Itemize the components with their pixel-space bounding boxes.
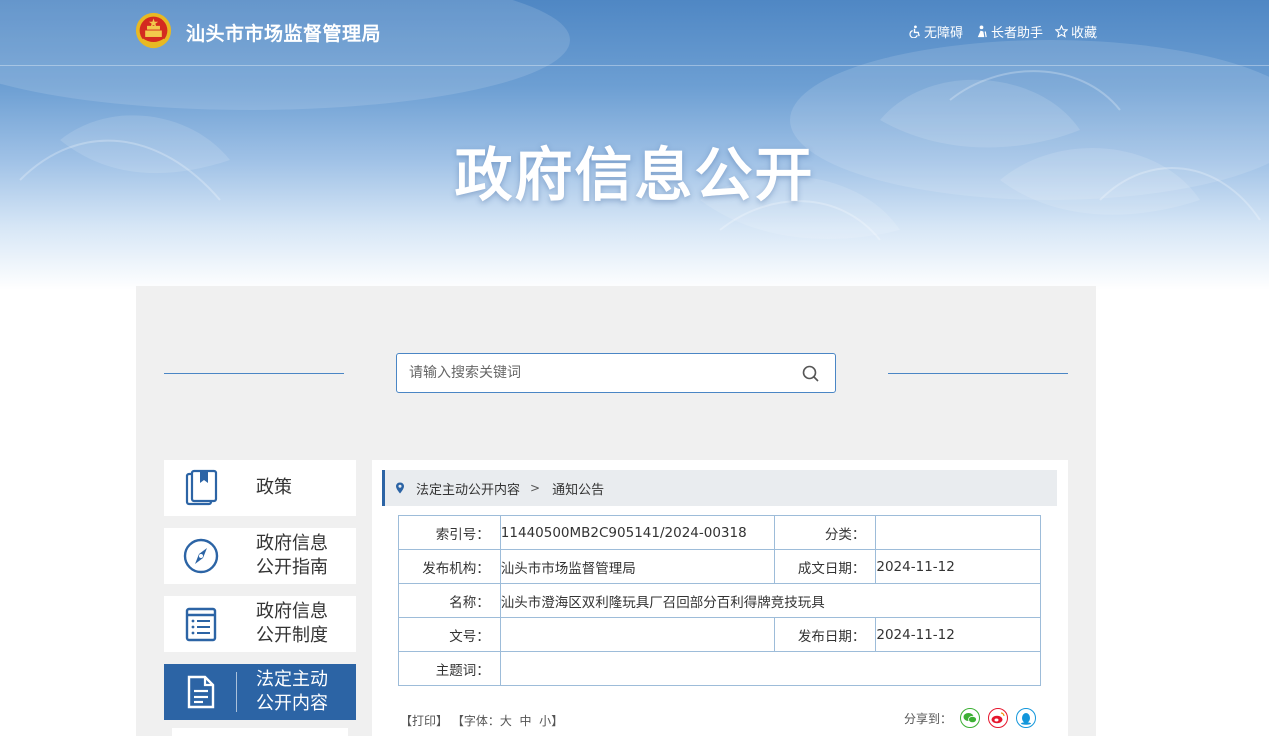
elder-assistant-link[interactable]: 长者助手 xyxy=(975,22,1043,41)
document-icon xyxy=(187,675,215,709)
publisher-label: 发布机构： xyxy=(398,549,501,584)
qq-icon xyxy=(1021,712,1032,725)
main-area: 政策 政府信息 公开指南 政府信息 公开制度 法定主动 公开内容 xyxy=(136,286,1096,738)
page-tools: 【打印】 【字体：大 中 小】 xyxy=(400,712,563,729)
site-name[interactable]: 汕头市市场监督管理局 xyxy=(186,19,381,46)
book-icon xyxy=(185,469,218,506)
table-row: 名称： 汕头市澄海区双利隆玩具厂召回部分百利得牌竞技玩具 xyxy=(398,583,1042,618)
top-links: 无障碍 长者助手 收藏 xyxy=(908,22,1097,41)
sidebar-separator xyxy=(236,672,237,712)
top-bar: 汕头市市场监督管理局 无障碍 长者助手 收藏 xyxy=(0,0,1269,66)
created-date-label: 成文日期： xyxy=(773,549,877,584)
search-divider-right xyxy=(888,373,1068,374)
doc-number-label: 文号： xyxy=(398,617,501,652)
wechat-icon xyxy=(963,713,977,724)
search-input[interactable] xyxy=(397,354,777,392)
chevron-right-icon: > xyxy=(530,481,541,495)
elder-icon xyxy=(977,25,987,38)
weibo-share-button[interactable] xyxy=(988,708,1009,728)
table-row: 索引号： 11440500MB2C905141/2024-00318 分类： xyxy=(398,515,1041,550)
banner: 汕头市市场监督管理局 无障碍 长者助手 收藏 政府信息公开 xyxy=(0,0,1269,290)
published-date-label: 发布日期： xyxy=(773,617,877,652)
font-size-suffix: 】 xyxy=(551,714,564,728)
accessibility-link[interactable]: 无障碍 xyxy=(908,22,963,41)
published-date-value: 2024-11-12 xyxy=(875,617,1041,652)
index-label: 索引号： xyxy=(398,515,501,550)
sidebar-item-label: 法定主动 公开内容 xyxy=(256,669,328,714)
wheelchair-icon xyxy=(909,25,920,38)
sidebar-item-statutory[interactable]: 法定主动 公开内容 xyxy=(164,664,356,720)
table-row: 主题词： xyxy=(398,651,1042,686)
print-button[interactable]: 【打印】 xyxy=(400,714,448,728)
wechat-share-button[interactable] xyxy=(960,708,981,728)
font-small-button[interactable]: 小 xyxy=(539,714,551,728)
sidebar-item-label: 政府信息 公开制度 xyxy=(256,601,328,646)
national-emblem-icon xyxy=(135,12,172,49)
name-value: 汕头市澄海区双利隆玩具厂召回部分百利得牌竞技玩具 xyxy=(499,583,1042,618)
sidebar-item-policy[interactable]: 政策 xyxy=(164,460,356,516)
breadcrumb: 法定主动公开内容 > 通知公告 xyxy=(382,470,1057,506)
sidebar-item-label: 政府信息 公开指南 xyxy=(256,533,328,578)
favorite-link[interactable]: 收藏 xyxy=(1054,22,1097,41)
banner-title: 政府信息公开 xyxy=(454,141,815,209)
star-icon xyxy=(1054,25,1068,38)
font-size-prefix: 【字体： xyxy=(451,714,500,728)
breadcrumb-parent[interactable]: 法定主动公开内容 xyxy=(416,479,520,498)
search-divider-left xyxy=(164,373,344,374)
name-label: 名称： xyxy=(398,583,501,618)
breadcrumb-current[interactable]: 通知公告 xyxy=(552,479,604,498)
favorite-label: 收藏 xyxy=(1070,26,1097,41)
sidebar-submenu xyxy=(172,728,348,738)
font-medium-button[interactable]: 中 xyxy=(520,714,532,728)
search-box xyxy=(396,353,836,393)
share-bar: 分享到： xyxy=(904,708,1037,728)
doc-number-value xyxy=(499,617,775,652)
keywords-label: 主题词： xyxy=(398,651,501,686)
category-label: 分类： xyxy=(773,515,877,550)
table-row: 发布机构： 汕头市市场监督管理局 成文日期： 2024-11-12 xyxy=(398,549,1041,584)
keywords-value xyxy=(499,651,1042,686)
publisher-value: 汕头市市场监督管理局 xyxy=(499,549,775,584)
weibo-icon xyxy=(991,712,1005,724)
qq-share-button[interactable] xyxy=(1016,708,1037,728)
sidebar-item-guide[interactable]: 政府信息 公开指南 xyxy=(164,528,356,584)
list-doc-icon xyxy=(185,607,217,642)
compass-icon xyxy=(183,538,219,574)
table-row: 文号： 发布日期： 2024-11-12 xyxy=(398,617,1041,652)
font-large-button[interactable]: 大 xyxy=(500,714,512,728)
search-icon[interactable] xyxy=(801,364,821,384)
share-label: 分享到： xyxy=(904,711,953,726)
sidebar-item-label: 政策 xyxy=(256,477,292,498)
elder-assistant-label: 长者助手 xyxy=(990,26,1043,41)
category-value xyxy=(875,515,1041,550)
index-value: 11440500MB2C905141/2024-00318 xyxy=(499,515,775,550)
accessibility-label: 无障碍 xyxy=(923,26,963,41)
location-pin-icon xyxy=(396,482,404,494)
sidebar-item-system[interactable]: 政府信息 公开制度 xyxy=(164,596,356,652)
created-date-value: 2024-11-12 xyxy=(875,549,1041,584)
content-panel: 法定主动公开内容 > 通知公告 索引号： 11440500MB2C905141/… xyxy=(372,460,1068,736)
document-metadata-table: 索引号： 11440500MB2C905141/2024-00318 分类： 发… xyxy=(398,515,1042,686)
